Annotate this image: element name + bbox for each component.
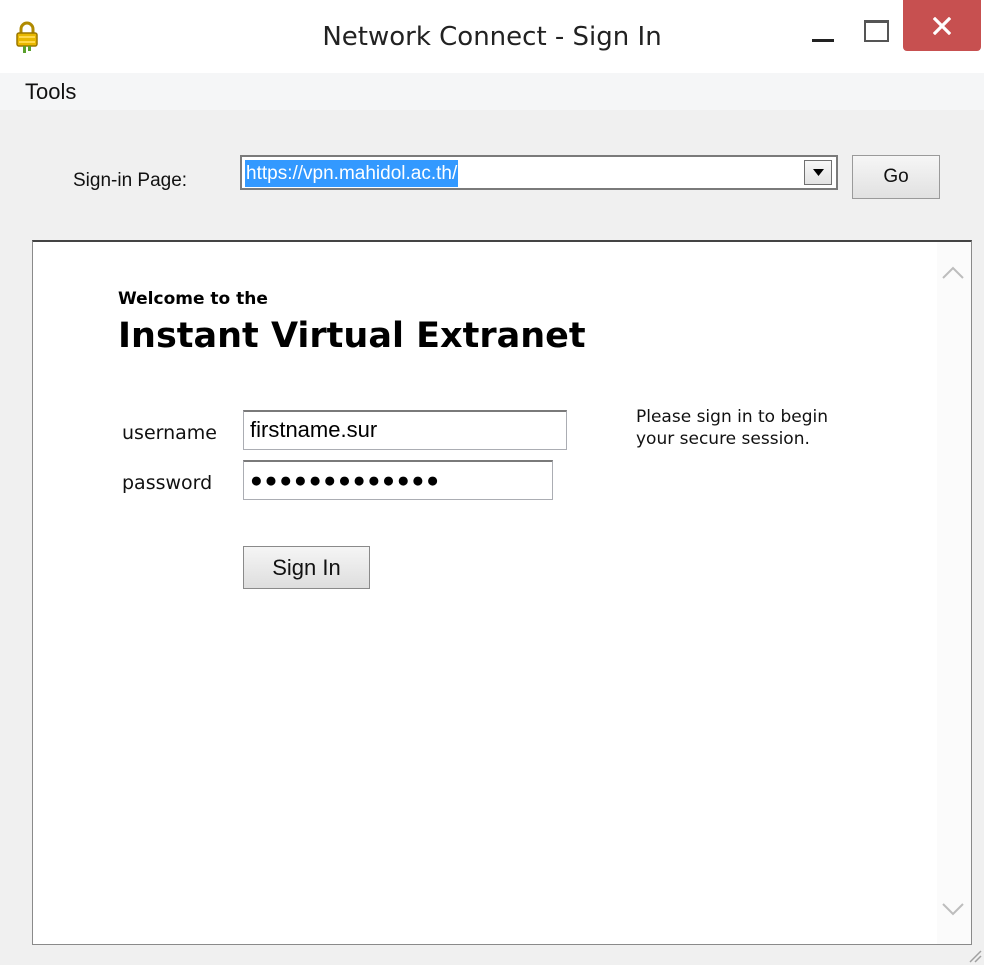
resize-grip-icon[interactable] — [968, 949, 982, 963]
vertical-scrollbar[interactable] — [937, 242, 971, 944]
dropdown-arrow-button[interactable] — [804, 160, 832, 185]
welcome-title: Instant Virtual Extranet — [118, 316, 586, 356]
minimize-button[interactable] — [800, 8, 848, 52]
maximize-icon — [864, 20, 889, 42]
go-button[interactable]: Go — [852, 155, 940, 199]
minimize-icon — [812, 39, 834, 42]
password-input[interactable]: ●●●●●●●●●●●●● — [243, 460, 553, 500]
signin-url-combobox[interactable]: https://vpn.mahidol.ac.th/ — [240, 155, 838, 190]
username-label: username — [122, 422, 217, 444]
title-bar: Network Connect - Sign In — [0, 0, 984, 73]
password-label: password — [122, 472, 213, 494]
maximize-button[interactable] — [852, 8, 902, 52]
signin-instructions: Please sign in to begin your secure sess… — [636, 407, 829, 449]
signin-page-label: Sign-in Page: — [73, 170, 188, 191]
scroll-down-icon[interactable] — [941, 902, 965, 918]
sign-in-button[interactable]: Sign In — [243, 546, 370, 589]
chevron-down-icon — [813, 169, 824, 176]
signin-url-value[interactable]: https://vpn.mahidol.ac.th/ — [245, 160, 459, 187]
username-input[interactable]: firstname.sur — [243, 410, 567, 450]
menu-item-tools[interactable]: Tools — [25, 79, 76, 105]
welcome-subtitle: Welcome to the — [118, 289, 268, 309]
close-icon — [933, 17, 951, 35]
menu-bar: Tools — [0, 73, 984, 110]
close-button[interactable] — [903, 0, 981, 51]
scroll-up-icon[interactable] — [941, 264, 965, 280]
